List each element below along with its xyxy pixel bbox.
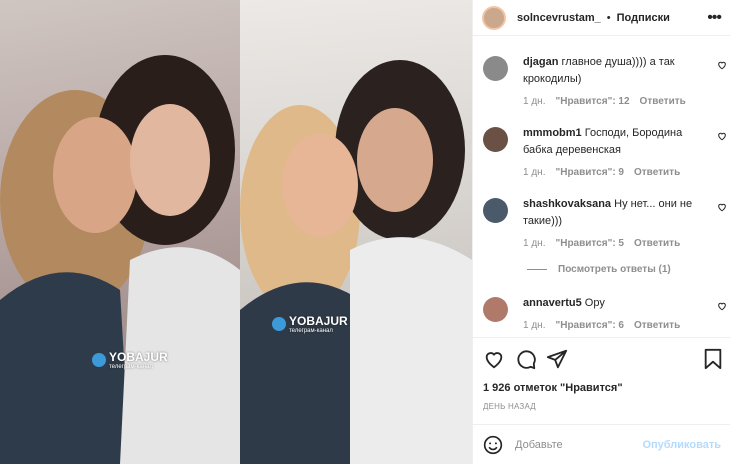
comment-time[interactable]: 1 дн. [523,96,545,107]
photo-illustration-right [240,60,472,464]
share-icon[interactable] [546,348,568,370]
comment-reply-button[interactable]: Ответить [634,238,680,249]
action-icons [483,348,723,372]
view-replies-label: Посмотреть ответы (1) [558,264,671,275]
comment-text: shashkovaksana Ну нет... они не такие))) [523,196,711,230]
comment-likes[interactable]: "Нравится": 9 [555,167,624,178]
follow-button[interactable]: Подписки [617,12,670,24]
comment-input[interactable]: Добавьте [515,439,563,451]
comment-avatar[interactable] [483,198,508,223]
comment-time[interactable]: 1 дн. [523,320,545,331]
comment-meta: 1 дн. "Нравится": 12 Ответить [523,96,686,107]
comment-text: annavertu5 Ору [523,295,711,312]
comment-icon[interactable] [515,348,537,370]
watermark-sub: телеграм-канал [289,328,333,334]
comment-avatar[interactable] [483,127,508,152]
comment-text: mmmobm1 Господи, Бородина бабка деревенс… [523,125,711,159]
telegram-icon [272,317,286,331]
watermark: YOBAJUR телеграм-канал [92,350,168,370]
watermark-name: YOBAJUR [289,314,348,328]
comment-username[interactable]: annavertu5 [523,297,582,309]
comment-reply-button[interactable]: Ответить [634,167,680,178]
watermark-2: YOBAJUR телеграм-канал [272,314,348,334]
comment-reply-button[interactable]: Ответить [634,320,680,331]
comment-avatar[interactable] [483,56,508,81]
likes-count[interactable]: 1 926 отметок "Нравится" [483,382,623,394]
comment-time[interactable]: 1 дн. [523,238,545,249]
comment-meta: 1 дн. "Нравится": 5 Ответить [523,238,680,249]
comment-reply-button[interactable]: Ответить [640,96,686,107]
post-date: ДЕНЬ НАЗАД [483,402,536,411]
comment-body: Ору [584,297,605,309]
avatar[interactable] [482,5,506,30]
photo-left-half: YOBAJUR телеграм-канал [0,0,240,464]
comment-username[interactable]: mmmobm1 [523,127,582,139]
post-sidebar: solncevrustam_ • Подписки ••• djagan гла… [472,0,730,464]
comment-meta: 1 дн. "Нравится": 6 Ответить [523,320,680,331]
bookmark-icon[interactable] [703,348,723,370]
publish-button[interactable]: Опубликовать [642,439,721,451]
photo-illustration-left [0,55,240,464]
post-actions: 1 926 отметок "Нравится" ДЕНЬ НАЗАД Доба… [473,337,730,464]
comment-likes[interactable]: "Нравится": 12 [555,96,629,107]
author-username[interactable]: solncevrustam_ [517,12,601,24]
view-replies-button[interactable]: Посмотреть ответы (1) [527,264,671,275]
comment-avatar[interactable] [483,297,508,322]
post-header: solncevrustam_ • Подписки ••• [473,0,730,36]
heart-icon[interactable] [717,202,727,212]
comment-meta: 1 дн. "Нравится": 9 Ответить [523,167,680,178]
watermark-sub: телеграм-канал [109,364,153,370]
telegram-icon [92,353,106,367]
add-comment-bar: Добавьте Опубликовать [473,424,730,464]
emoji-icon[interactable] [483,435,503,455]
comment-likes[interactable]: "Нравится": 5 [555,238,624,249]
replies-divider [527,269,547,270]
comment-text: djagan главное душа)))) а так крокодилы) [523,54,711,88]
heart-icon[interactable] [717,131,727,141]
watermark-name: YOBAJUR [109,350,168,364]
comment-username[interactable]: djagan [523,56,558,68]
heart-icon[interactable] [717,60,727,70]
heart-icon[interactable] [483,348,505,370]
comment-time[interactable]: 1 дн. [523,167,545,178]
more-options-icon[interactable]: ••• [707,9,722,27]
post-photo[interactable]: YOBAJUR телеграм-канал YOBAJUR телеграм-ка… [0,0,472,464]
comment-likes[interactable]: "Нравится": 6 [555,320,624,331]
comment-username[interactable]: shashkovaksana [523,198,611,210]
header-separator: • [606,11,611,24]
heart-icon[interactable] [717,301,727,311]
photo-right-half: YOBAJUR телеграм-канал [240,0,472,464]
